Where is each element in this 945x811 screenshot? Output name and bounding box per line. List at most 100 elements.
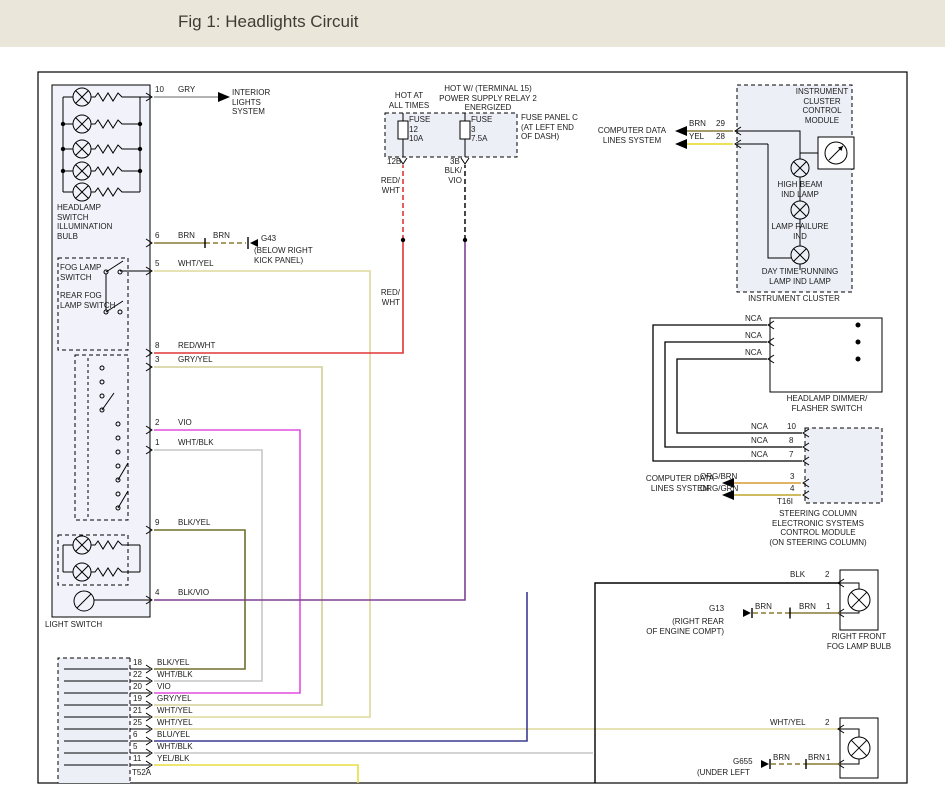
wire-label: BRN: [773, 753, 790, 763]
wire-label: ORG/BRN: [700, 472, 737, 482]
wire-label: ORG/GRN: [700, 484, 738, 494]
pin-number: 28: [716, 132, 725, 142]
pin-number: 3: [155, 355, 159, 365]
wire-label: WHT/YEL: [157, 706, 193, 716]
splice-dot: [401, 238, 405, 242]
component-label: INSTRUMENT CLUSTER: [740, 294, 848, 304]
fog-lamp-left: [838, 718, 878, 778]
light-switch-assembly: [52, 85, 150, 617]
wire-label: RED/ WHT: [375, 288, 400, 307]
wire-label: NCA: [751, 450, 768, 460]
fuse-label: FUSE 3 7.5A: [471, 115, 492, 144]
pin-number: 21: [133, 706, 142, 716]
wire-label: YEL/BLK: [157, 754, 189, 764]
figure-viewer: Fig 1: Headlights Circuit: [0, 0, 945, 811]
indicator-label: DAY TIME RUNNING LAMP IND LAMP: [751, 267, 849, 286]
wire-label: BLK: [790, 570, 805, 580]
wire-label: WHT/YEL: [770, 718, 806, 728]
pin-number: 3: [790, 472, 794, 482]
component-label: HEADLAMP DIMMER/ FLASHER SWITCH: [773, 394, 881, 413]
wire-label: WHT/BLK: [157, 670, 193, 680]
component-label: RIGHT FRONT FOG LAMP BULB: [816, 632, 902, 651]
fuse-label: FUSE 12 10A: [409, 115, 430, 144]
pin-number: 10: [787, 422, 796, 432]
pin-number: 5: [133, 742, 137, 752]
wire-label: RED/ WHT: [375, 176, 400, 195]
pin-number: 2: [825, 570, 829, 580]
pin-number: 10: [155, 85, 164, 95]
wire-label: BLK/YEL: [157, 658, 189, 668]
wire-label: BLK/YEL: [178, 518, 210, 528]
component-label: FOG LAMP SWITCH: [60, 263, 101, 282]
ground-location: (UNDER LEFT: [697, 768, 750, 778]
steering-column-module: [803, 428, 882, 503]
wire-label: GRY: [178, 85, 195, 95]
wire-label: WHT/BLK: [178, 438, 214, 448]
component-label: FUSE PANEL C (AT LEFT END OF DASH): [521, 113, 599, 142]
offpage-dest: INTERIOR LIGHTS SYSTEM: [232, 88, 296, 117]
pin-number: 6: [133, 730, 137, 740]
pin-number: 11: [133, 754, 141, 764]
wire-label: BLK/VIO: [178, 588, 209, 598]
pin-number: 19: [133, 694, 142, 704]
splice-dot: [463, 238, 467, 242]
wire-label: BRN: [799, 602, 816, 612]
module-title: INSTRUMENT CLUSTER CONTROL MODULE: [780, 87, 864, 125]
wire-label: VIO: [178, 418, 192, 428]
pin-number: 29: [716, 119, 725, 129]
wire-label: BRN: [755, 602, 772, 612]
ground-name: G13: [709, 604, 724, 614]
pin-number: 1: [826, 753, 830, 763]
wire-label: VIO: [157, 682, 171, 692]
wire-label: BRN: [213, 231, 230, 241]
wire-label: WHT/BLK: [157, 742, 193, 752]
pin-number: 22: [133, 670, 142, 680]
ground-name: G655: [733, 757, 753, 767]
pin-number: 1: [155, 438, 159, 448]
wire-label: WHT/YEL: [178, 259, 214, 269]
pin-number: 2: [825, 718, 829, 728]
wire-label: WHT/YEL: [157, 718, 193, 728]
pin-number: 7: [789, 450, 793, 460]
pin-number: 6: [155, 231, 159, 241]
pin-number: 1: [826, 602, 830, 612]
component-label: LIGHT SWITCH: [45, 620, 102, 630]
wire-label: BRN: [808, 753, 825, 763]
component-label: REAR FOG LAMP SWITCH: [60, 291, 115, 310]
wire-label: NCA: [745, 331, 762, 341]
wire-label: BRN: [178, 231, 195, 241]
pin-number: 8: [155, 341, 159, 351]
pin-number: 8: [789, 436, 793, 446]
wire-label: NCA: [751, 422, 768, 432]
ground-location: (RIGHT REAR OF ENGINE COMPT): [638, 617, 724, 636]
wire-label: NCA: [745, 314, 762, 324]
wire-label: RED/WHT: [178, 341, 215, 351]
pin-number: 4: [155, 588, 159, 598]
wire-label: GRY/YEL: [178, 355, 213, 365]
wire-label: BLK/ VIO: [437, 166, 462, 185]
wire-label: NCA: [751, 436, 768, 446]
pin-number: 9: [155, 518, 159, 528]
wire-label: BLU/YEL: [157, 730, 190, 740]
fog-lamp-right: [838, 570, 878, 630]
pin-number: 4: [790, 484, 794, 494]
module-title: STEERING COLUMN ELECTRONIC SYSTEMS CONTR…: [754, 509, 882, 547]
power-label: HOT W/ (TERMINAL 15) POWER SUPPLY RELAY …: [430, 84, 546, 113]
ground-name: G43: [261, 234, 276, 244]
pin-number: 5: [155, 259, 159, 269]
power-label: HOT AT ALL TIMES: [383, 91, 435, 110]
wire-label: GRY/YEL: [157, 694, 192, 704]
pin-number: 25: [133, 718, 142, 728]
component-label: HEADLAMP SWITCH ILLUMINATION BULB: [57, 203, 143, 241]
wire-label: YEL: [689, 132, 704, 142]
wire-label: BRN: [689, 119, 706, 129]
pin-number: 18: [133, 658, 142, 668]
indicator-label: LAMP FAILURE IND: [769, 222, 831, 241]
indicator-label: HIGH BEAM IND LAMP: [769, 180, 831, 199]
dimmer-flasher-switch: [768, 318, 882, 392]
connector-id: T16I: [777, 497, 793, 507]
pin-number: 20: [133, 682, 142, 692]
offpage-dest: COMPUTER DATA LINES SYSTEM: [592, 126, 672, 145]
wire-label: NCA: [745, 348, 762, 358]
ground-location: (BELOW RIGHT KICK PANEL): [254, 246, 334, 265]
